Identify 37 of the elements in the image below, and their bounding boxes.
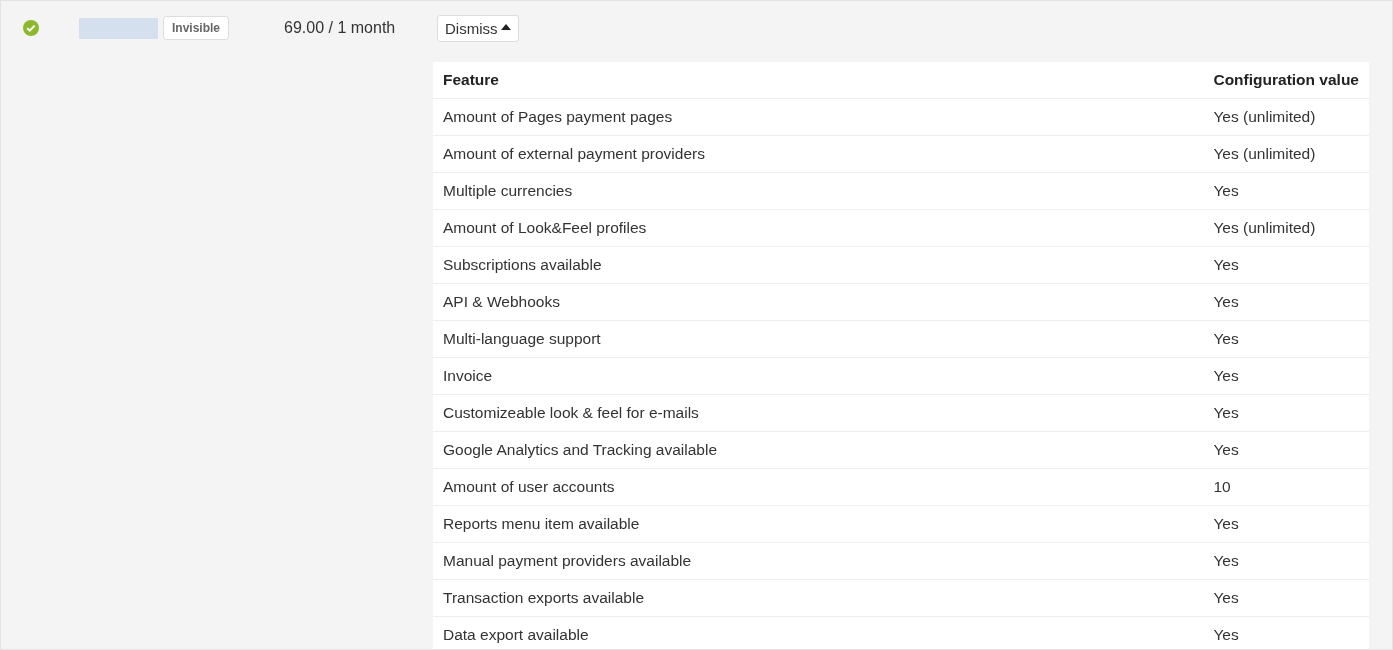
table-cell: Data export available (433, 616, 1204, 649)
table-cell: Manual payment providers available (433, 542, 1204, 580)
table-cell: Yes (1203, 542, 1369, 580)
table-cell: Customizeable look & feel for e-mails (433, 394, 1204, 432)
table-cell: Yes (unlimited) (1203, 135, 1369, 173)
table-cell: Yes (1203, 431, 1369, 469)
table-cell: Yes (1203, 505, 1369, 543)
table-cell: Transaction exports available (433, 579, 1204, 617)
table-cell: Yes (1203, 246, 1369, 284)
table-cell: Google Analytics and Tracking available (433, 431, 1204, 469)
column-header: Configuration value (1203, 62, 1369, 99)
table-cell: 10 (1203, 468, 1369, 506)
table-cell: Amount of Look&Feel profiles (433, 209, 1204, 247)
caret-up-icon (500, 23, 511, 30)
table-cell: Yes (unlimited) (1203, 98, 1369, 136)
dismiss-button[interactable]: Dismiss (437, 14, 519, 42)
table-cell: Yes (1203, 283, 1369, 321)
table-cell: Multiple currencies (433, 172, 1204, 210)
table-cell: Amount of external payment providers (433, 135, 1204, 173)
table-cell: Yes (1203, 394, 1369, 432)
table-cell: Amount of user accounts (433, 468, 1204, 506)
table-cell: Reports menu item available (433, 505, 1204, 543)
table-cell: Subscriptions available (433, 246, 1204, 284)
table-cell: Invoice (433, 357, 1204, 395)
check-circle-icon (23, 20, 39, 36)
price-text: 69.00 / 1 month (284, 19, 397, 37)
table-cell: Amount of Pages payment pages (433, 98, 1204, 136)
status-badge: Invisible (163, 16, 230, 40)
table-cell: Multi-language support (433, 320, 1204, 358)
table-cell: Yes (1203, 579, 1369, 617)
table-cell: Yes (1203, 320, 1369, 358)
table-cell: Yes (1203, 172, 1369, 210)
column-header: Feature (433, 62, 1204, 99)
table-cell: Yes (unlimited) (1203, 209, 1369, 247)
table-cell: Yes (1203, 616, 1369, 649)
table-cell: API & Webhooks (433, 283, 1204, 321)
table-cell: Yes (1203, 357, 1369, 395)
